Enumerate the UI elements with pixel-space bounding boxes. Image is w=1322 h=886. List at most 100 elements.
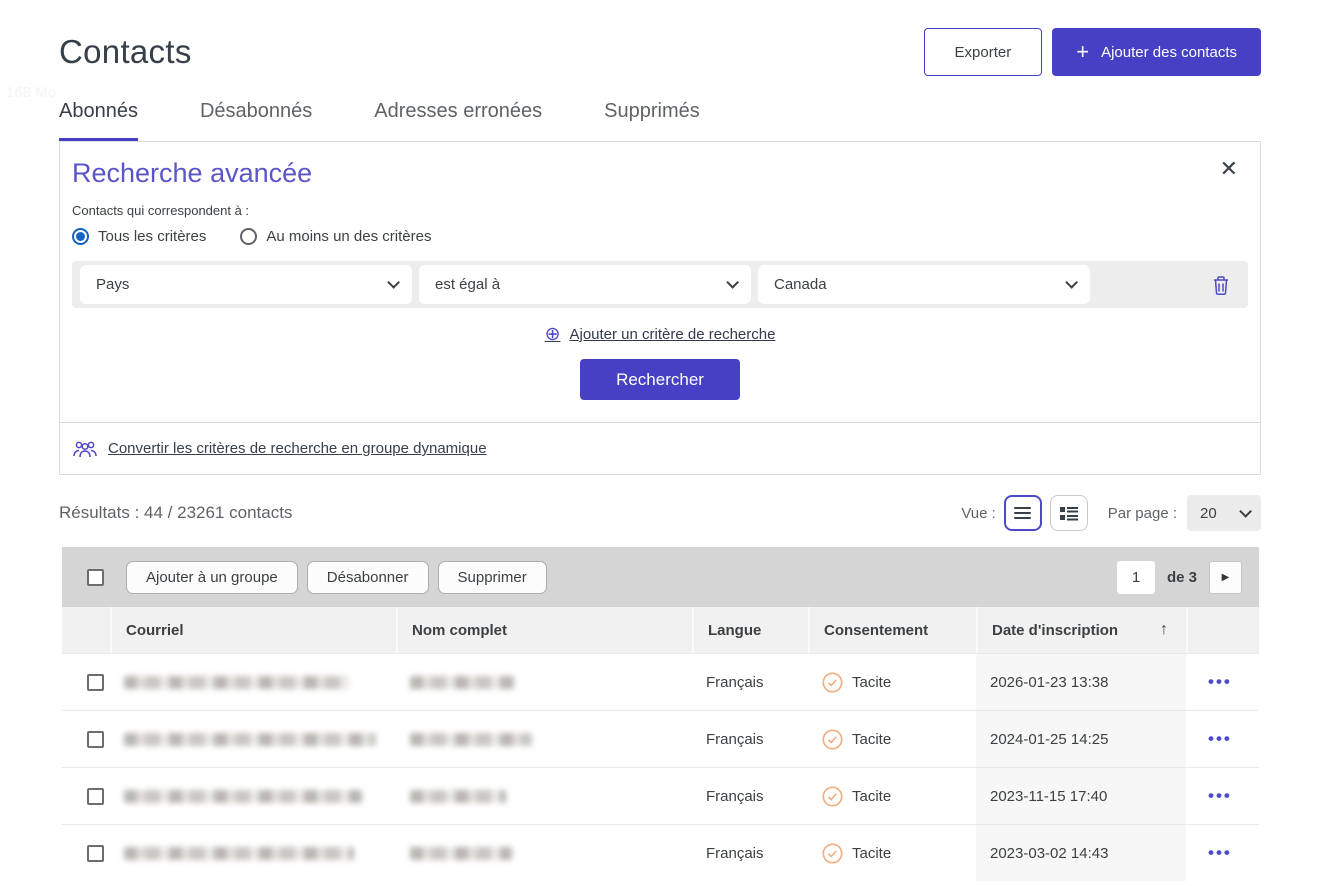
row-checkbox[interactable] — [87, 731, 104, 748]
table-body: Français Tacite 2026-01-23 13:38 ••• Françai… — [62, 653, 1259, 881]
radio-all-criteria[interactable]: Tous les critères — [72, 228, 206, 245]
langue-cell: Français — [692, 768, 808, 824]
tab-adresses-erronees[interactable]: Adresses erronées — [374, 100, 542, 141]
contacts-page: 168 Mo Contacts Exporter + Ajouter des c… — [0, 0, 1322, 886]
redacted-name — [410, 676, 515, 689]
row-actions-button[interactable]: ••• — [1200, 729, 1232, 749]
circle-plus-icon: ⊕ — [545, 325, 561, 344]
consent-cell: Tacite — [822, 729, 891, 750]
header-checkbox-spacer — [62, 607, 110, 653]
criteria-operator-select[interactable]: est égal à — [419, 265, 751, 304]
radio-all-label: Tous les critères — [98, 228, 206, 245]
column-header-nom-complet[interactable]: Nom complet — [396, 607, 692, 653]
column-header-langue[interactable]: Langue — [692, 607, 808, 653]
group-icon — [72, 439, 98, 459]
sort-ascending-icon: ↑ — [1160, 621, 1168, 639]
criteria-operator-value: est égal à — [435, 276, 500, 293]
criteria-row: Pays est égal à Canada — [72, 261, 1248, 308]
date-inscription-cell: 2026-01-23 13:38 — [976, 654, 1186, 710]
table-toolbar: Ajouter à un groupe Désabonner Supprimer… — [62, 547, 1259, 607]
plus-icon: + — [1076, 41, 1089, 63]
consent-label: Tacite — [852, 845, 891, 862]
tab-desabonnes[interactable]: Désabonnés — [200, 100, 312, 141]
faint-left-text: 168 Mo — [6, 84, 56, 101]
row-actions-button[interactable]: ••• — [1200, 672, 1232, 692]
langue-cell: Français — [692, 711, 808, 767]
row-actions-button[interactable]: ••• — [1200, 786, 1232, 806]
add-contacts-button[interactable]: + Ajouter des contacts — [1052, 28, 1261, 76]
consent-check-icon — [822, 672, 843, 693]
chevron-down-icon — [1239, 505, 1252, 518]
tabs: Abonnés Désabonnés Adresses erronées Sup… — [59, 100, 1261, 141]
table-row: FrançaisTacite2026-01-23 13:38••• — [62, 653, 1259, 710]
column-header-date-inscription[interactable]: Date d'inscription ↑ — [976, 607, 1186, 653]
list-view-icon — [1014, 507, 1031, 519]
date-inscription-label: Date d'inscription — [992, 622, 1118, 639]
row-checkbox[interactable] — [87, 788, 104, 805]
table-row: FrançaisTacite2023-11-15 17:40••• — [62, 767, 1259, 824]
match-radio-group: Tous les critères Au moins un des critèr… — [72, 228, 1248, 245]
chevron-down-icon — [726, 276, 739, 289]
row-actions-button[interactable]: ••• — [1200, 843, 1232, 863]
column-header-consentement[interactable]: Consentement — [808, 607, 976, 653]
top-bar: Contacts Exporter + Ajouter des contacts — [59, 0, 1261, 76]
consent-check-icon — [822, 729, 843, 750]
page-number-input[interactable] — [1117, 561, 1155, 594]
redacted-email — [124, 847, 354, 860]
card-view-icon — [1060, 506, 1078, 521]
radio-any-label: Au moins un des critères — [266, 228, 431, 245]
consent-label: Tacite — [852, 788, 891, 805]
results-summary: Résultats : 44 / 23261 contacts — [59, 503, 292, 523]
export-button[interactable]: Exporter — [924, 28, 1043, 76]
page-title: Contacts — [59, 33, 192, 71]
per-page-value: 20 — [1200, 505, 1217, 522]
match-label: Contacts qui correspondent à : — [72, 203, 1248, 218]
per-page-label: Par page : — [1108, 505, 1177, 522]
redacted-email — [124, 733, 376, 746]
tab-abonnes[interactable]: Abonnés — [59, 100, 138, 141]
table-header-row: Courriel Nom complet Langue Consentement… — [62, 607, 1259, 653]
top-actions: Exporter + Ajouter des contacts — [924, 28, 1261, 76]
consent-cell: Tacite — [822, 843, 891, 864]
redacted-email — [124, 790, 362, 803]
criteria-value-select[interactable]: Canada — [758, 265, 1090, 304]
criteria-value: Canada — [774, 276, 827, 293]
delete-criterion-button[interactable] — [1212, 275, 1230, 295]
tab-supprimes[interactable]: Supprimés — [604, 100, 700, 141]
row-checkbox[interactable] — [87, 845, 104, 862]
convert-to-dynamic-group-link[interactable]: Convertir les critères de recherche en g… — [108, 440, 487, 457]
unsubscribe-button[interactable]: Désabonner — [307, 561, 429, 594]
advanced-search-title: Recherche avancée — [72, 158, 1248, 189]
card-view-button[interactable] — [1050, 495, 1088, 531]
contacts-table: Ajouter à un groupe Désabonner Supprimer… — [62, 547, 1259, 881]
chevron-down-icon — [387, 276, 400, 289]
advanced-search-panel: ✕ Recherche avancée Contacts qui corresp… — [59, 141, 1261, 475]
add-criterion-label: Ajouter un critère de recherche — [569, 326, 775, 343]
add-contacts-label: Ajouter des contacts — [1101, 44, 1237, 61]
consent-check-icon — [822, 786, 843, 807]
chevron-down-icon — [1065, 276, 1078, 289]
delete-button[interactable]: Supprimer — [438, 561, 547, 594]
next-page-button[interactable]: ▶ — [1209, 561, 1242, 594]
search-button[interactable]: Rechercher — [580, 359, 740, 400]
add-criterion-link[interactable]: ⊕ Ajouter un critère de recherche — [545, 325, 776, 344]
date-inscription-cell: 2023-03-02 14:43 — [976, 825, 1186, 881]
table-row: FrançaisTacite2024-01-25 14:25••• — [62, 710, 1259, 767]
radio-any-criteria[interactable]: Au moins un des critères — [240, 228, 431, 245]
langue-cell: Français — [692, 654, 808, 710]
redacted-name — [410, 847, 512, 860]
add-criterion-row: ⊕ Ajouter un critère de recherche — [72, 325, 1248, 344]
trash-icon — [1212, 275, 1230, 295]
radio-selected-icon — [72, 228, 89, 245]
consent-check-icon — [822, 843, 843, 864]
langue-cell: Français — [692, 825, 808, 881]
redacted-email — [124, 676, 349, 689]
per-page-select[interactable]: 20 — [1187, 495, 1261, 531]
criteria-field-select[interactable]: Pays — [80, 265, 412, 304]
row-checkbox[interactable] — [87, 674, 104, 691]
add-to-group-button[interactable]: Ajouter à un groupe — [126, 561, 298, 594]
list-view-button[interactable] — [1004, 495, 1042, 531]
close-icon[interactable]: ✕ — [1220, 158, 1238, 180]
column-header-courriel[interactable]: Courriel — [110, 607, 396, 653]
select-all-checkbox[interactable] — [87, 569, 104, 586]
